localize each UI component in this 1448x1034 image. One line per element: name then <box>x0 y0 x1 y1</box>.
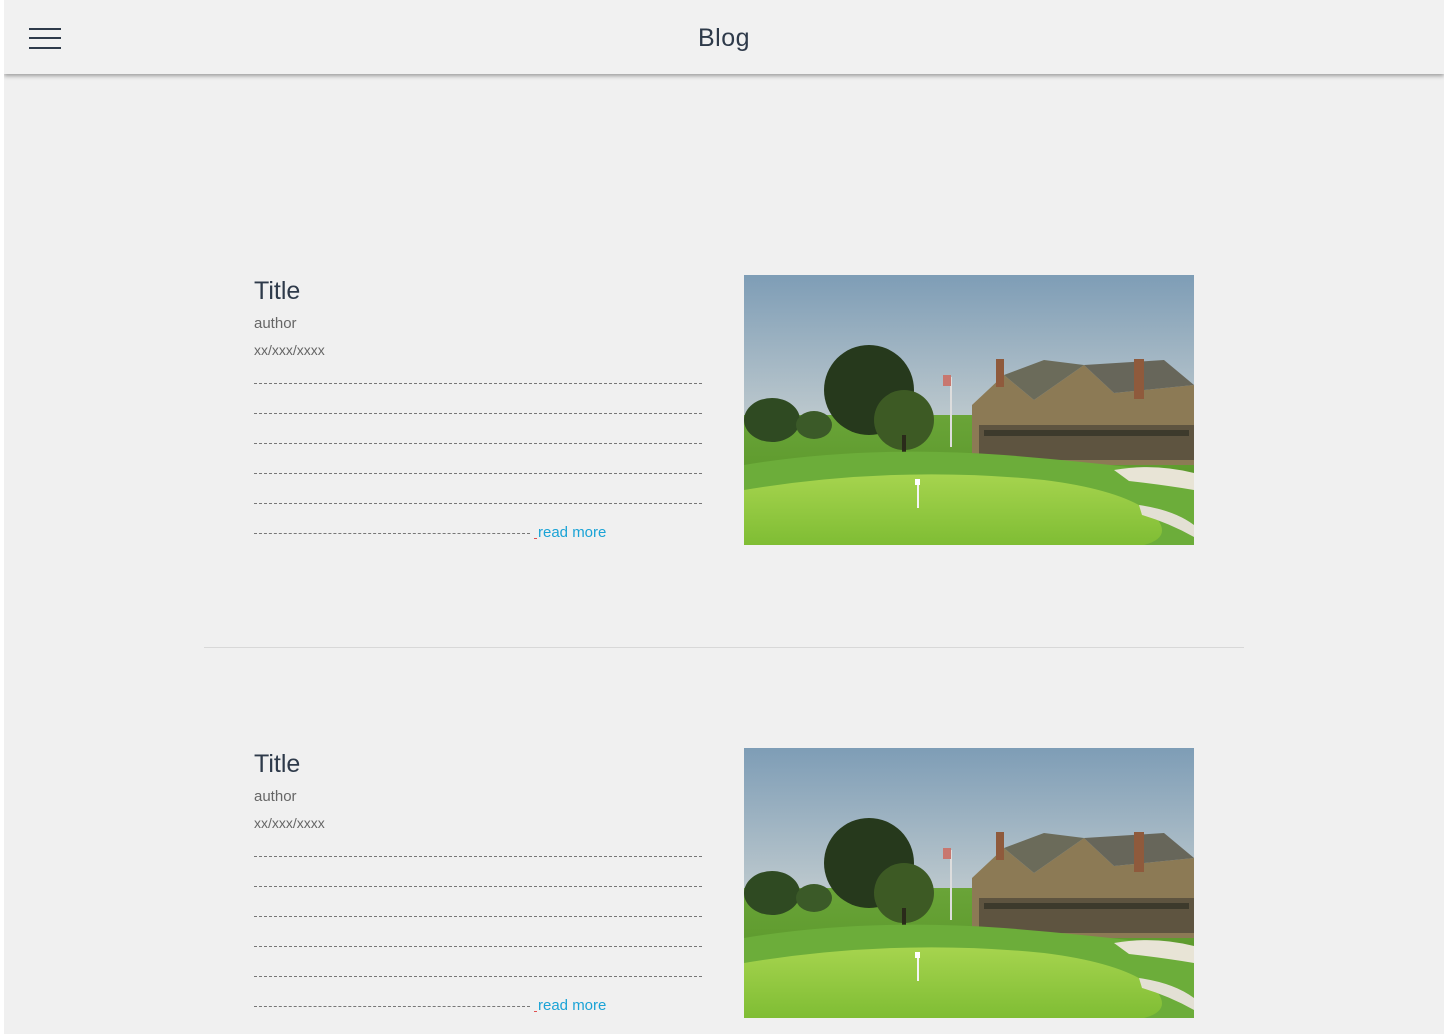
app-window: Blog Title author xx/xxx/xxxx read more <box>4 0 1444 1034</box>
placeholder-text-line <box>254 443 702 444</box>
placeholder-text-line <box>254 886 702 887</box>
post-divider <box>204 647 1244 648</box>
placeholder-text-line <box>254 856 702 857</box>
post-image[interactable] <box>744 275 1194 545</box>
top-app-bar: Blog <box>4 0 1444 74</box>
placeholder-text-line <box>254 533 530 534</box>
blog-post-card: Title author xx/xxx/xxxx read more <box>254 748 1194 1020</box>
placeholder-text-line <box>254 976 702 977</box>
post-author: author <box>254 788 297 805</box>
post-image[interactable] <box>744 748 1194 1018</box>
placeholder-text-line <box>254 503 702 504</box>
post-date: xx/xxx/xxxx <box>254 815 325 831</box>
post-author: author <box>254 315 297 332</box>
placeholder-text-line <box>254 1006 530 1007</box>
blog-post-card: Title author xx/xxx/xxxx read more <box>254 275 1194 547</box>
read-more-link[interactable]: read more <box>533 524 606 541</box>
page-title: Blog <box>697 24 751 52</box>
placeholder-text-line <box>254 916 702 917</box>
placeholder-text-line <box>254 946 702 947</box>
golf-clubhouse-photo <box>744 748 1194 1018</box>
post-date: xx/xxx/xxxx <box>254 342 325 358</box>
placeholder-text-line <box>254 473 702 474</box>
placeholder-text-line <box>254 383 702 384</box>
post-title[interactable]: Title <box>254 277 300 306</box>
read-more-link[interactable]: read more <box>533 997 606 1014</box>
post-title[interactable]: Title <box>254 750 300 779</box>
golf-clubhouse-photo <box>744 275 1194 545</box>
placeholder-text-line <box>254 413 702 414</box>
